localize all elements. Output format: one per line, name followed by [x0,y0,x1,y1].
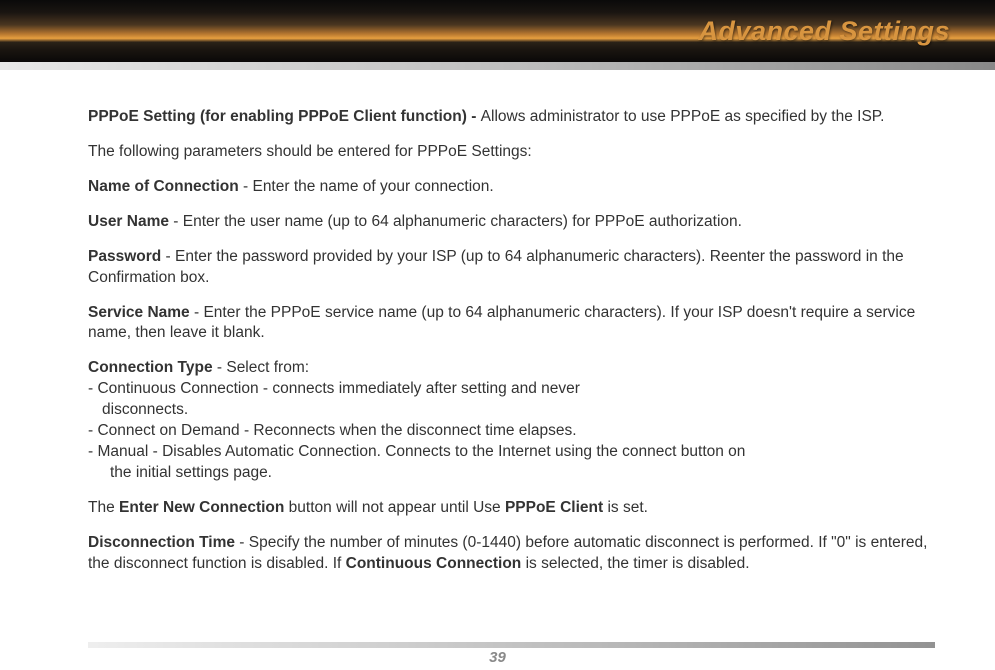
name-of-connection-label: Name of Connection [88,178,239,195]
service-name-label: Service Name [88,304,190,321]
connection-type-options: - Continuous Connection - connects immed… [88,379,935,484]
page-number: 39 [0,649,995,670]
disconnection-time-bold: Continuous Connection [346,555,522,572]
user-name-label: User Name [88,213,169,230]
params-intro: The following parameters should be enter… [88,142,935,163]
enter-new-connection-para: The Enter New Connection button will not… [88,498,935,519]
page-footer: 39 [0,649,995,670]
disconnection-time-text2: is selected, the timer is disabled. [521,555,749,572]
page-title: Advanced Settings [698,16,950,47]
enter-new-post: is set. [603,499,648,516]
enter-new-bold1: Enter New Connection [119,499,284,516]
content-body: PPPoE Setting (for enabling PPPoE Client… [0,62,995,609]
pppoe-setting-label: PPPoE Setting (for enabling PPPoE Client… [88,108,481,125]
enter-new-bold2: PPPoE Client [505,499,603,516]
name-of-connection-text: - Enter the name of your connection. [239,178,494,195]
conn-type-opt-demand: - Connect on Demand - Reconnects when th… [88,421,935,442]
connection-type-para: Connection Type - Select from: [88,358,935,379]
password-label: Password [88,248,161,265]
enter-new-mid: button will not appear until Use [284,499,505,516]
disconnection-time-para: Disconnection Time - Specify the number … [88,533,935,575]
conn-type-opt-continuous-l2: disconnects. [88,400,935,421]
conn-type-opt-manual-l1: - Manual - Disables Automatic Connection… [88,442,935,463]
footer-divider [88,642,935,648]
user-name-text: - Enter the user name (up to 64 alphanum… [169,213,742,230]
conn-type-opt-manual-l2: the initial settings page. [88,463,935,484]
service-name-para: Service Name - Enter the PPPoE service n… [88,303,935,345]
name-of-connection-para: Name of Connection - Enter the name of y… [88,177,935,198]
enter-new-pre: The [88,499,119,516]
connection-type-text: - Select from: [213,359,309,376]
password-para: Password - Enter the password provided b… [88,247,935,289]
pppoe-setting-text: Allows administrator to use PPPoE as spe… [481,108,885,125]
header-underline [0,62,995,70]
conn-type-opt-continuous-l1: - Continuous Connection - connects immed… [88,379,935,400]
pppoe-setting-para: PPPoE Setting (for enabling PPPoE Client… [88,107,935,128]
password-text: - Enter the password provided by your IS… [88,248,904,286]
disconnection-time-label: Disconnection Time [88,534,235,551]
connection-type-label: Connection Type [88,359,213,376]
header-bar: Advanced Settings [0,0,995,62]
user-name-para: User Name - Enter the user name (up to 6… [88,212,935,233]
service-name-text: - Enter the PPPoE service name (up to 64… [88,304,915,342]
